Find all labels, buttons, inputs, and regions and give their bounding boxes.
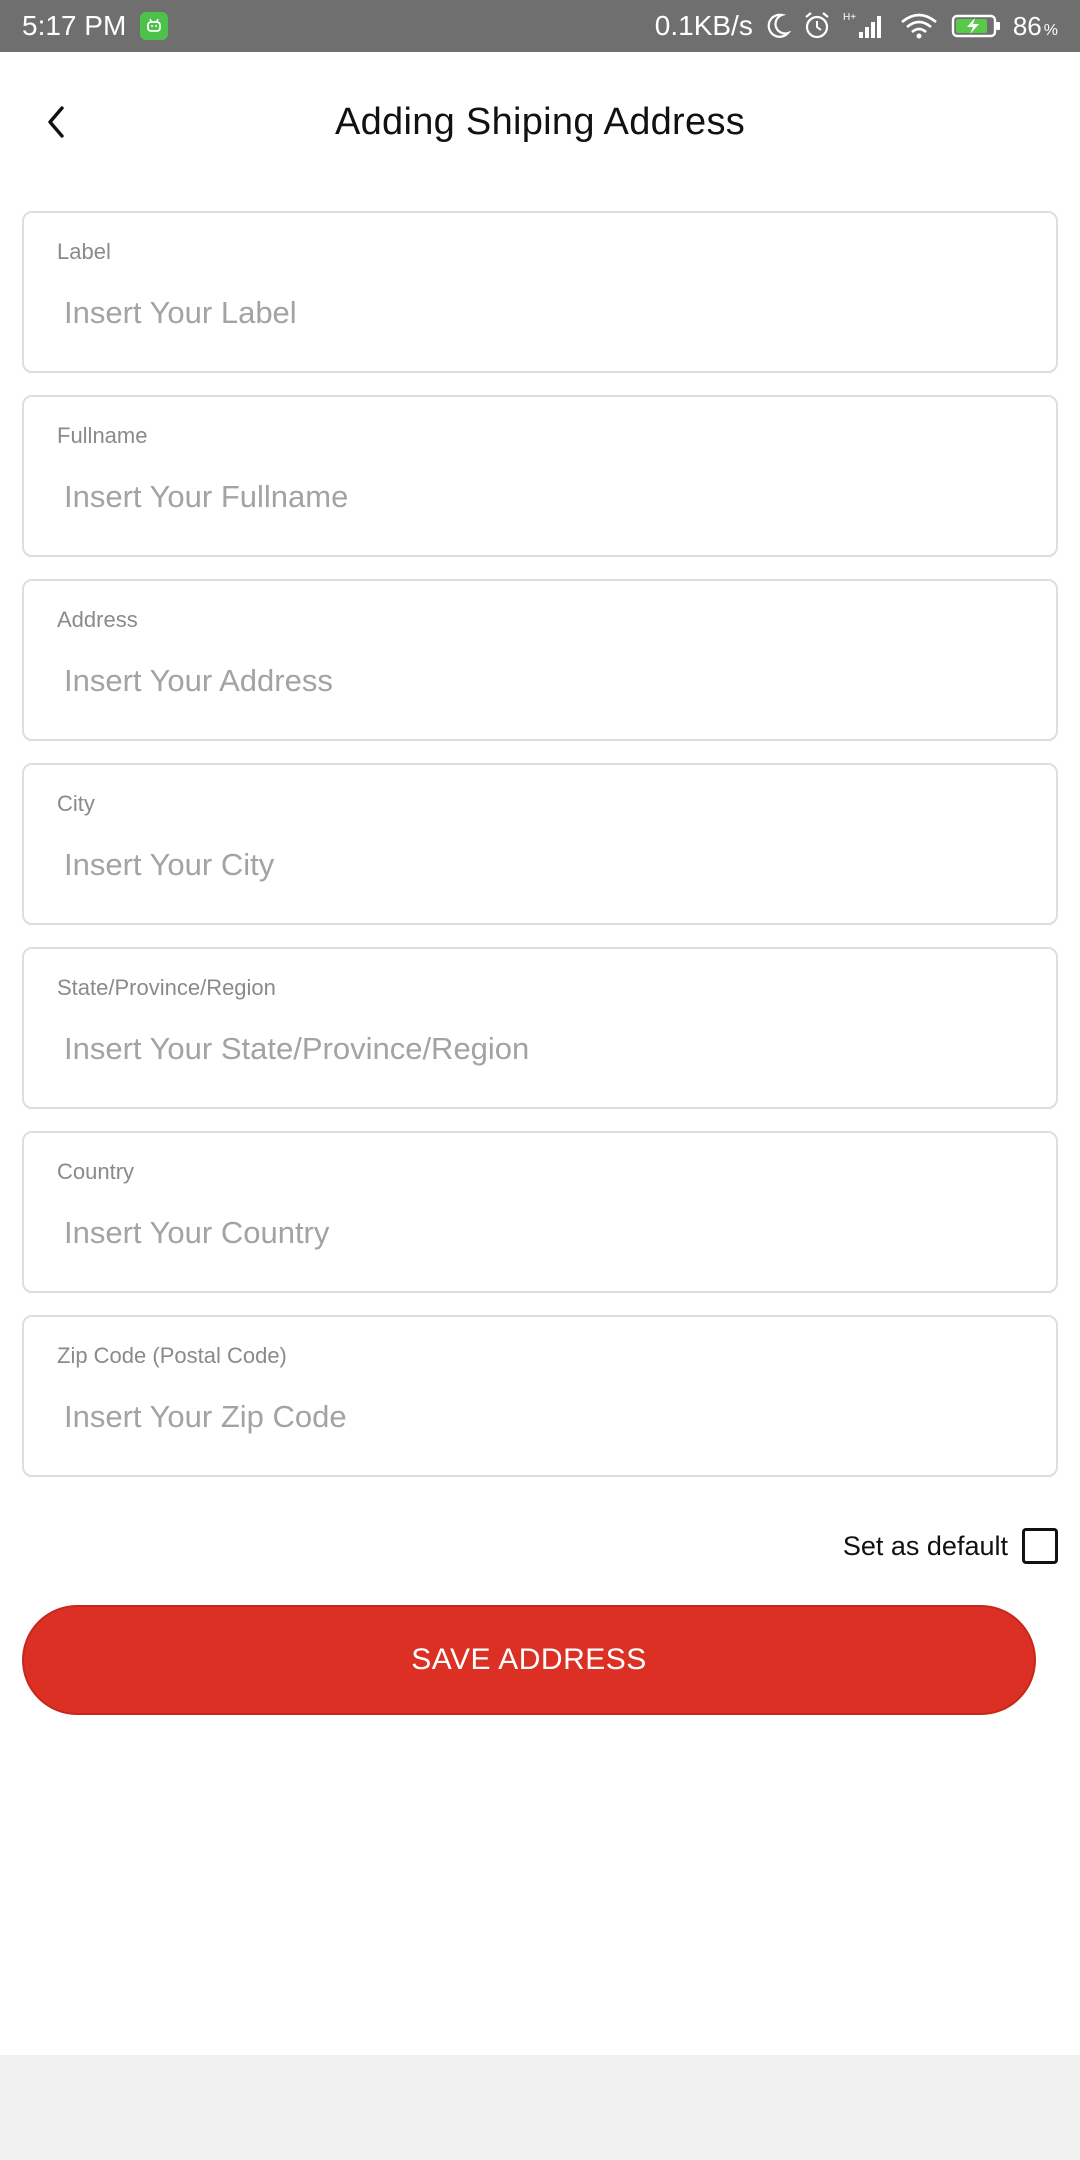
- field-label[interactable]: Label: [22, 211, 1058, 373]
- field-address[interactable]: Address: [22, 579, 1058, 741]
- address-form: Label Fullname Address City State/Provin…: [22, 211, 1058, 1499]
- set-default-label: Set as default: [842, 1530, 1008, 1561]
- network-type: H+: [843, 12, 856, 23]
- label-input[interactable]: [64, 285, 1014, 341]
- alarm-icon: [803, 11, 831, 41]
- field-state[interactable]: State/Province/Region: [22, 947, 1058, 1109]
- status-bar: 5:17 PM 0.1KB/s H+ 86 %: [0, 0, 1080, 52]
- city-caption: City: [57, 791, 95, 816]
- state-caption: State/Province/Region: [57, 975, 276, 1000]
- set-default-checkbox[interactable]: [1022, 1528, 1058, 1564]
- address-caption: Address: [57, 607, 138, 632]
- save-address-button[interactable]: SAVE ADDRESS: [22, 1605, 1036, 1715]
- status-bar-left: 5:17 PM: [22, 10, 169, 42]
- set-default-row: Set as default: [843, 1528, 1058, 1564]
- bottom-nav-area: [0, 2055, 1080, 2160]
- country-input[interactable]: [64, 1205, 1014, 1261]
- moon-icon: [765, 12, 791, 40]
- address-input[interactable]: [64, 653, 1014, 709]
- status-bar-right: 0.1KB/s H+ 86 %: [655, 10, 1058, 42]
- city-input[interactable]: [64, 837, 1014, 893]
- wifi-icon: [899, 12, 939, 40]
- zip-code-input[interactable]: [64, 1389, 1014, 1445]
- country-caption: Country: [57, 1159, 135, 1184]
- battery-level: 86: [1012, 10, 1042, 41]
- net-speed: 0.1KB/s: [654, 10, 753, 41]
- zip-code-caption: Zip Code (Postal Code): [57, 1343, 287, 1368]
- app-header: Adding Shiping Address: [0, 52, 1080, 192]
- battery-percent: 86%: [1013, 11, 1058, 42]
- chevron-left-icon: [48, 106, 64, 138]
- fullname-input[interactable]: [64, 469, 1014, 525]
- field-country[interactable]: Country: [22, 1131, 1058, 1293]
- android-notification-icon: [140, 12, 169, 40]
- field-zip-code[interactable]: Zip Code (Postal Code): [22, 1315, 1058, 1477]
- field-label-caption: Label: [57, 239, 111, 264]
- signal-icon: H+: [843, 11, 887, 41]
- back-button[interactable]: [36, 97, 76, 147]
- field-fullname[interactable]: Fullname: [22, 395, 1058, 557]
- status-time: 5:17 PM: [22, 10, 127, 41]
- battery-charging-icon: [951, 12, 1001, 40]
- field-city[interactable]: City: [22, 763, 1058, 925]
- state-input[interactable]: [64, 1021, 1014, 1077]
- battery-unit: %: [1043, 21, 1058, 39]
- page-title: Adding Shiping Address: [334, 100, 746, 143]
- fullname-caption: Fullname: [57, 423, 148, 448]
